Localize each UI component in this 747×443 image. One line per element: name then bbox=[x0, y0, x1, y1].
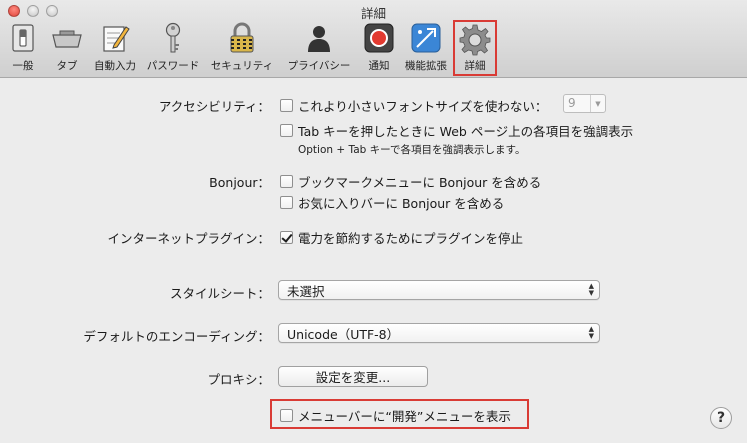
tab-notifications[interactable]: 通知 bbox=[362, 22, 396, 76]
power-saver-label: 電力を節約するためにプラグインを停止 bbox=[298, 231, 524, 246]
tabs-icon bbox=[51, 22, 83, 54]
stylesheet-popup[interactable]: 未選択 ▲ ▼ bbox=[278, 280, 600, 300]
toolbar: 詳細 一般 タブ 自動入力 パスワード セキュリティ プライバシー 通知 機能拡… bbox=[0, 0, 747, 78]
tab-privacy[interactable]: プライバシー bbox=[285, 22, 353, 76]
bonjour-label: Bonjour： bbox=[209, 175, 270, 190]
encoding-value: Unicode（UTF-8） bbox=[287, 326, 400, 342]
bonjour-bookmarks-label: ブックマークメニューに Bonjour を含める bbox=[298, 175, 542, 190]
develop-menu-label: メニューバーに“開発”メニューを表示 bbox=[298, 409, 511, 424]
notification-record-icon bbox=[363, 22, 395, 54]
tab-autofill[interactable]: 自動入力 bbox=[91, 22, 139, 76]
proxy-label: プロキシ： bbox=[207, 372, 270, 387]
bonjour-favorites-label: お気に入りバーに Bonjour を含める bbox=[298, 196, 505, 211]
lock-icon bbox=[226, 22, 258, 54]
proxy-change-settings-button[interactable]: 設定を変更... bbox=[278, 366, 428, 387]
tab-security[interactable]: セキュリティ bbox=[206, 22, 278, 76]
encoding-label: デフォルトのエンコーディング： bbox=[83, 329, 270, 344]
gear-icon bbox=[459, 24, 491, 56]
power-saver-row[interactable]: 電力を節約するためにプラグインを停止 bbox=[280, 228, 523, 247]
min-font-size-checkbox-row[interactable]: これより小さいフォントサイズを使わない： bbox=[280, 96, 547, 115]
min-font-size-checkbox[interactable] bbox=[280, 99, 293, 112]
tab-extensions[interactable]: 機能拡張 bbox=[402, 22, 450, 76]
bonjour-favorites-row[interactable]: お気に入りバーに Bonjour を含める bbox=[280, 193, 504, 212]
person-silhouette-icon bbox=[303, 22, 335, 54]
key-icon bbox=[157, 22, 189, 54]
tab-highlight-checkbox-row[interactable]: Tab キーを押したときに Web ページ上の各項目を強調表示 bbox=[280, 121, 633, 140]
tab-passwords[interactable]: パスワード bbox=[143, 22, 203, 76]
bonjour-bookmarks-checkbox[interactable] bbox=[280, 175, 293, 188]
bonjour-bookmarks-row[interactable]: ブックマークメニューに Bonjour を含める bbox=[280, 172, 541, 191]
updown-arrows-icon: ▲ ▼ bbox=[588, 282, 594, 297]
plugins-label: インターネットプラグイン： bbox=[107, 231, 270, 246]
power-saver-checkbox[interactable] bbox=[280, 231, 293, 244]
bonjour-favorites-checkbox[interactable] bbox=[280, 196, 293, 209]
develop-menu-row[interactable]: メニューバーに“開発”メニューを表示 bbox=[280, 406, 511, 425]
extensions-puzzle-icon bbox=[410, 22, 442, 54]
chevron-down-icon: ▼ bbox=[590, 95, 605, 112]
general-switch-icon bbox=[7, 22, 39, 54]
tab-highlight-label: Tab キーを押したときに Web ページ上の各項目を強調表示 bbox=[298, 124, 634, 139]
tab-highlight-note: Option + Tab キーで各項目を強調表示します。 bbox=[298, 144, 526, 156]
stylesheet-label: スタイルシート： bbox=[169, 286, 270, 301]
tab-highlight-checkbox[interactable] bbox=[280, 124, 293, 137]
encoding-popup[interactable]: Unicode（UTF-8） ▲ ▼ bbox=[278, 323, 600, 343]
updown-arrows-icon: ▲ ▼ bbox=[588, 325, 594, 340]
tab-advanced[interactable]: 詳細 bbox=[453, 20, 497, 76]
help-button[interactable]: ? bbox=[710, 407, 732, 429]
min-font-size-select[interactable]: 9 ▼ bbox=[563, 94, 606, 113]
min-font-size-value: 9 bbox=[568, 96, 576, 110]
tab-general[interactable]: 一般 bbox=[8, 22, 38, 76]
stylesheet-value: 未選択 bbox=[287, 283, 325, 299]
window-title: 詳細 bbox=[360, 6, 386, 21]
accessibility-label: アクセシビリティ： bbox=[158, 99, 270, 114]
preferences-window: 詳細 一般 タブ 自動入力 パスワード セキュリティ プライバシー 通知 機能拡… bbox=[0, 0, 747, 443]
autofill-pencil-icon bbox=[99, 22, 131, 54]
min-font-size-label: これより小さいフォントサイズを使わない： bbox=[298, 99, 548, 114]
tab-tabs[interactable]: タブ bbox=[50, 22, 84, 76]
develop-menu-checkbox[interactable] bbox=[280, 409, 293, 422]
